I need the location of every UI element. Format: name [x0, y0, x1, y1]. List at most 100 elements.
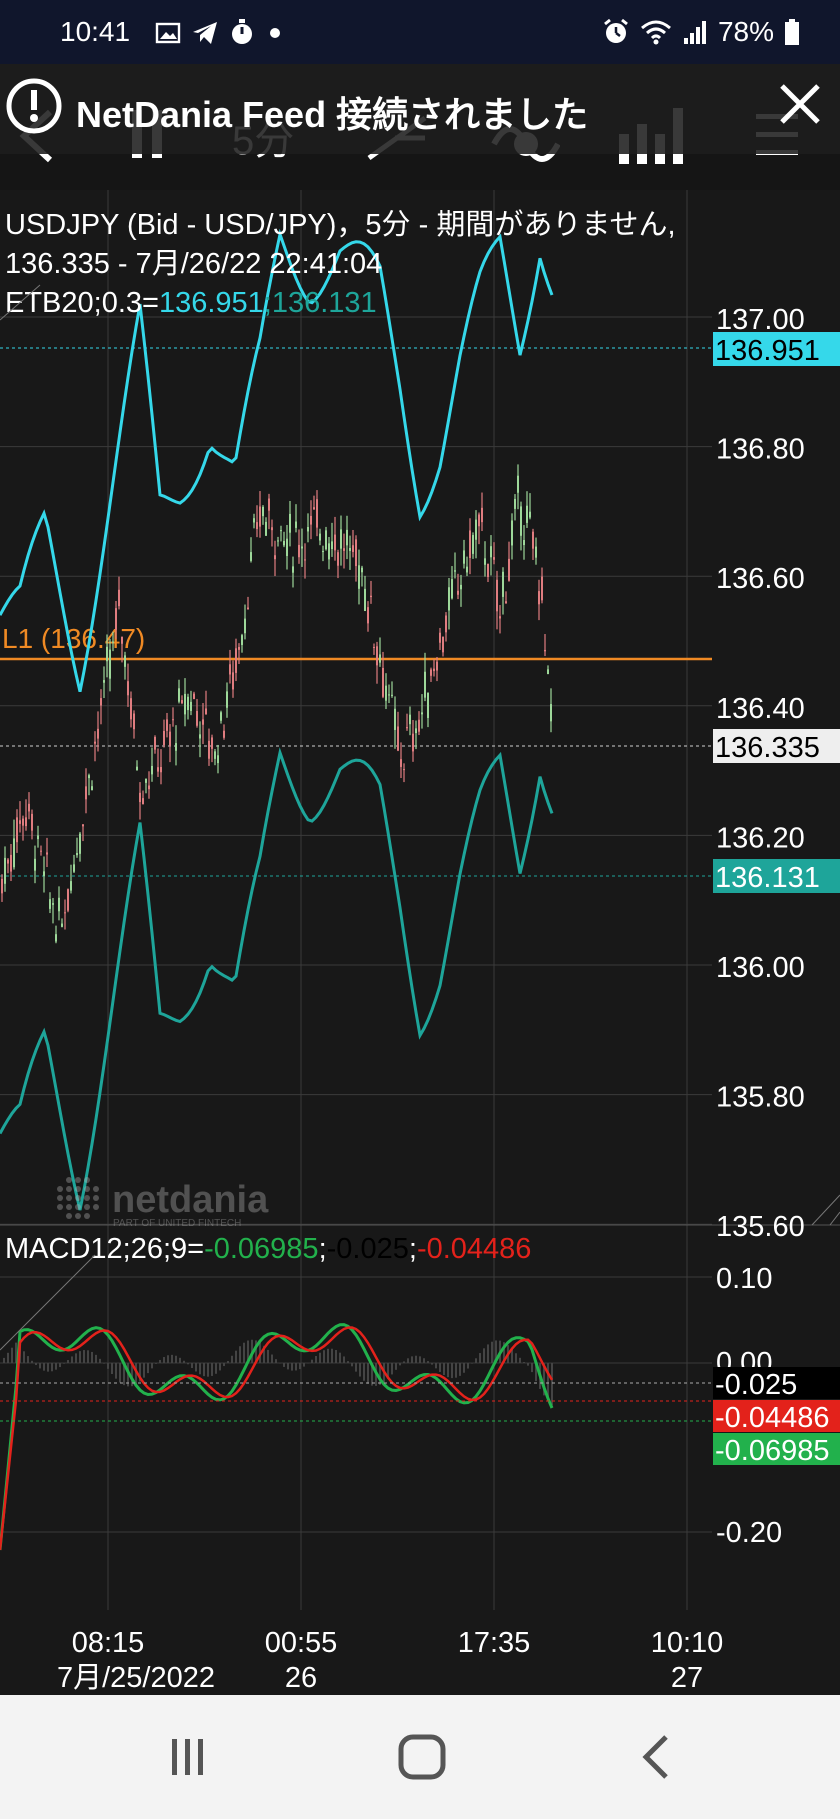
candle-body: [406, 727, 408, 729]
watermark-dot: [66, 1177, 72, 1183]
candle-body: [508, 558, 510, 581]
candle-body: [133, 713, 135, 730]
macd-label: MACD12;26;9=: [5, 1233, 204, 1265]
candle-body: [313, 507, 315, 510]
candle-body: [493, 557, 495, 560]
candle-body: [166, 719, 168, 731]
macd-sep2: ;: [409, 1233, 417, 1265]
candle-body: [145, 778, 147, 783]
candle-body: [379, 654, 381, 663]
candle-body: [283, 540, 285, 546]
candle-body: [103, 680, 105, 683]
price-chart[interactable]: L1 (136.47) netdania PART OF UNITED FINT…: [0, 190, 840, 1695]
candle-body: [238, 647, 240, 650]
candle-body: [403, 769, 405, 771]
candle-body: [448, 587, 450, 611]
candle-body: [367, 607, 369, 624]
candle-body: [352, 545, 354, 552]
macd-axis-tick: -0.20: [716, 1517, 782, 1549]
recent-apps-icon[interactable]: [152, 1725, 222, 1789]
candle-body: [397, 726, 399, 751]
candle-body: [1, 878, 3, 894]
candle-body: [160, 767, 162, 773]
candle-body: [415, 728, 417, 734]
candle-body: [481, 507, 483, 523]
candle-body: [28, 803, 30, 812]
candle-body: [151, 765, 153, 775]
candle-body: [463, 550, 465, 564]
status-time: 10:41: [60, 16, 131, 47]
candle-body: [49, 899, 51, 909]
back-nav-icon[interactable]: [622, 1725, 692, 1789]
candle-body: [325, 530, 327, 550]
candle-body: [436, 661, 438, 671]
candle-body: [217, 755, 219, 764]
candle-body: [37, 835, 39, 840]
candle-body: [421, 712, 423, 715]
price-axis-tick: 135.80: [716, 1082, 805, 1114]
candle-body: [241, 635, 243, 645]
watermark-dot: [66, 1186, 72, 1192]
candle-body: [136, 766, 138, 771]
candle-body: [334, 534, 336, 551]
candle-body: [427, 692, 429, 718]
close-icon[interactable]: [770, 74, 830, 134]
candle-body: [331, 541, 333, 550]
candle-body: [343, 548, 345, 551]
candle-body: [364, 588, 366, 612]
candle-body: [94, 741, 96, 744]
candle-body: [73, 864, 75, 872]
candle-body: [202, 719, 204, 725]
watermark-name: netdania: [112, 1179, 269, 1221]
macd-hist-badge: -0.04486: [715, 1402, 830, 1434]
macd-value-badge: -0.06985: [715, 1435, 830, 1467]
home-icon[interactable]: [387, 1725, 457, 1789]
candle-body: [361, 567, 363, 573]
time-axis-date: 27: [671, 1662, 703, 1694]
macd-sep1: ;: [319, 1233, 327, 1265]
time-axis-date: 7月/25/2022: [57, 1662, 215, 1694]
candle-body: [280, 530, 282, 532]
candle-body: [523, 540, 525, 546]
price-axis-tick: 136.20: [716, 822, 805, 854]
image-icon: [155, 22, 181, 44]
candle-body: [394, 708, 396, 730]
candle-body: [232, 672, 234, 690]
watermark-dot: [57, 1204, 63, 1210]
candle-body: [319, 533, 321, 541]
candle-body: [70, 881, 72, 891]
time-axis-date: 26: [285, 1662, 317, 1694]
candle-body: [457, 590, 459, 595]
candle-body: [262, 506, 264, 517]
candle-body: [412, 733, 414, 752]
candle-body: [106, 646, 108, 662]
upper-band-badge: 136.951: [715, 335, 820, 367]
watermark-dot: [75, 1204, 81, 1210]
telegram-icon: [193, 22, 217, 44]
candle-body: [460, 584, 462, 590]
candle-body: [121, 636, 123, 644]
watermark-dot: [57, 1195, 63, 1201]
candle-body: [76, 853, 78, 856]
candle-body: [442, 636, 444, 653]
candle-body: [346, 529, 348, 546]
price-axis-tick: 136.00: [716, 952, 805, 984]
candle-body: [526, 505, 528, 523]
macd-value: -0.06985: [204, 1233, 319, 1265]
level-line-label: L1 (136.47): [2, 623, 145, 654]
candle-body: [214, 751, 216, 759]
candle-body: [139, 792, 141, 803]
candle-body: [34, 858, 36, 871]
candle-body: [517, 475, 519, 493]
candle-body: [496, 579, 498, 612]
candle-body: [88, 775, 90, 779]
dot-icon: [270, 28, 280, 38]
candle-body: [148, 785, 150, 790]
candle-body: [349, 547, 351, 551]
candle-body: [61, 923, 63, 927]
candle-body: [469, 530, 471, 559]
chart-header-line1: USDJPY (Bid - USD/JPY)，5分 - 期間がありません,: [5, 208, 676, 241]
candle-body: [271, 527, 273, 531]
price-axis-tick: 136.40: [716, 693, 805, 725]
candle-body: [118, 589, 120, 607]
